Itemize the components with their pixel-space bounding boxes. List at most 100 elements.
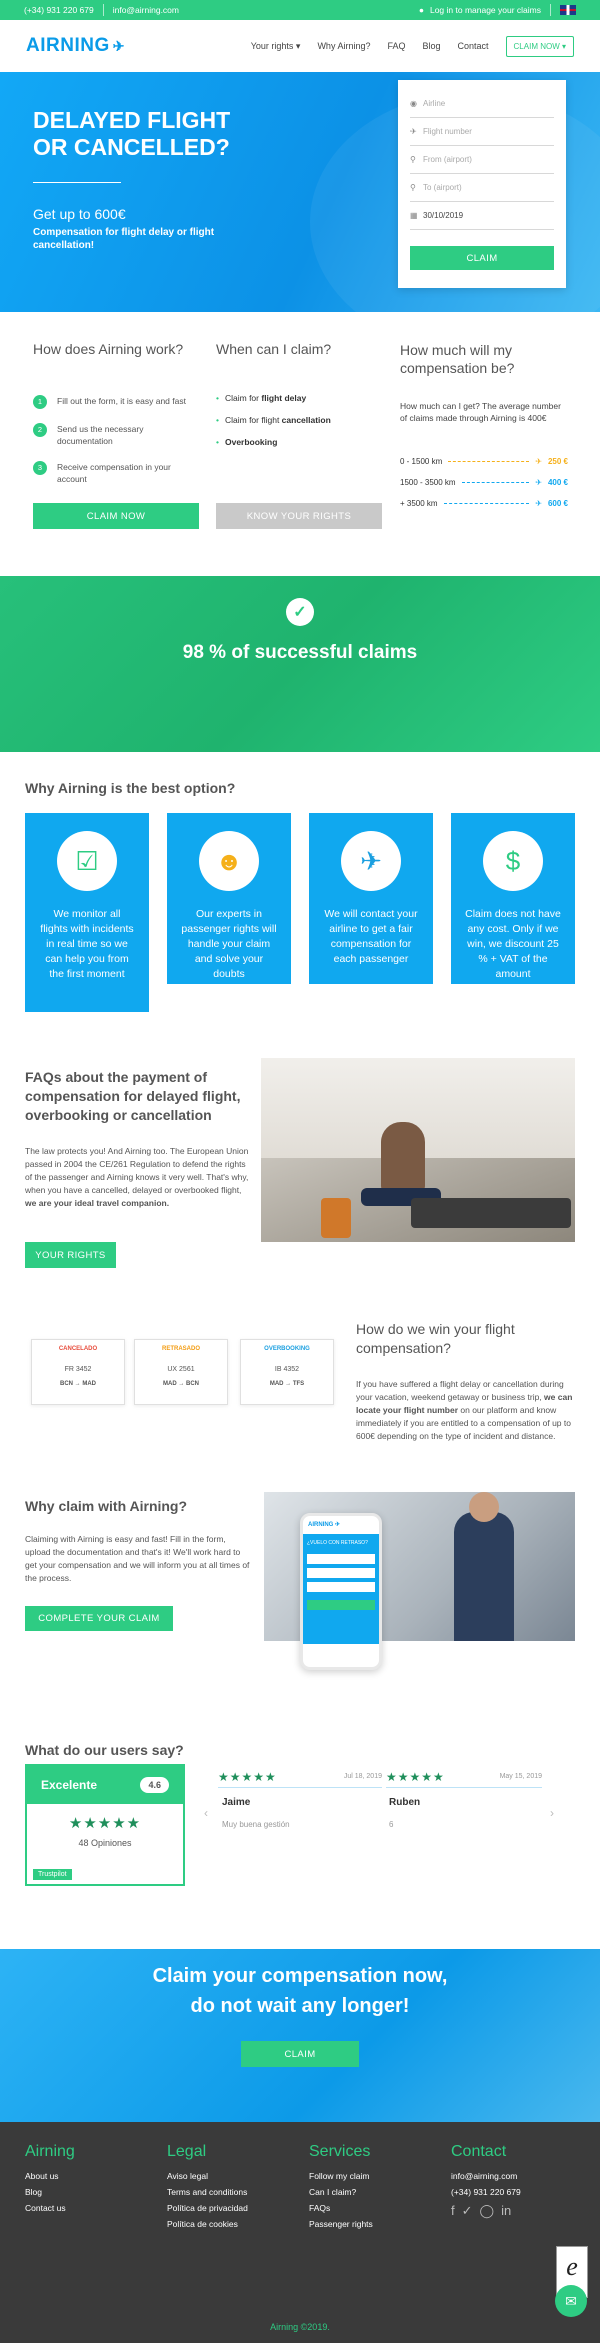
footer-link[interactable]: FAQs [309, 2203, 373, 2213]
when-item-bold: cancellation [281, 415, 331, 425]
flight-number-field[interactable]: ✈ Flight number [410, 118, 554, 146]
faq-text: The law protects you! And Airning too. T… [25, 1145, 250, 1210]
divider [550, 4, 551, 16]
dash-line [461, 482, 530, 483]
success-text: 98 % of successful claims [182, 642, 418, 663]
footer-link[interactable]: Blog [25, 2187, 75, 2197]
uk-flag-icon[interactable] [560, 5, 576, 15]
step-text: Send us the necessary documentation [57, 424, 144, 446]
footer-link[interactable]: Contact us [25, 2203, 75, 2213]
footer-col-airning: Airning About us Blog Contact us [25, 2143, 75, 2219]
win-text: If you have suffered a flight delay or c… [356, 1378, 576, 1443]
dash-line [443, 503, 530, 504]
how-title: How does Airning work? [33, 341, 184, 357]
step-item: 1 Fill out the form, it is easy and fast [33, 395, 193, 409]
ticket-flight: UX 2561 [167, 1366, 195, 1373]
feature-card: ☻ Our experts in passenger rights will h… [167, 813, 291, 984]
expert-icon: ☻ [199, 831, 259, 891]
footer-email[interactable]: info@airning.com [451, 2171, 521, 2181]
faq-title: FAQs about the payment of compensation f… [25, 1069, 241, 1123]
faq-bold: we are your ideal travel companion. [25, 1198, 170, 1208]
know-your-rights-button[interactable]: KNOW YOUR RIGHTS [216, 503, 382, 529]
airline-field[interactable]: ◉ Airline [410, 90, 554, 118]
claimwhy-title: Why claim with Airning? [25, 1498, 188, 1514]
nav-your-rights[interactable]: Your rights ▾ [251, 41, 301, 52]
claim-now-button[interactable]: CLAIM NOW [33, 503, 199, 529]
how-steps: 1 Fill out the form, it is easy and fast … [33, 395, 193, 499]
claim-now-nav-button[interactable]: CLAIM NOW ▾ [505, 35, 574, 57]
date-field[interactable]: ▦ 30/10/2019 [410, 202, 554, 230]
review-stars: ★★★★★ [386, 1770, 445, 1784]
when-item-text: Claim for flight [224, 415, 282, 425]
when-title: When can I claim? [216, 341, 332, 357]
nav-why-airning[interactable]: Why Airning? [317, 41, 370, 51]
next-review-arrow[interactable]: › [550, 1806, 554, 1820]
cta-title: Claim your compensation now, do not wait… [0, 1961, 600, 2021]
footer-link[interactable]: Terms and conditions [167, 2187, 248, 2197]
rating-score: 4.6 [140, 1777, 169, 1793]
distance-table: 0 - 1500 km ✈ 250 € 1500 - 3500 km ✈ 400 € +… [400, 457, 568, 520]
distance-row: + 3500 km ✈ 600 € [400, 499, 568, 508]
footer-heading: Legal [167, 2143, 207, 2160]
footer: Airning About us Blog Contact us Legal A… [0, 2122, 600, 2343]
when-item: Claim for flight cancellation [216, 415, 331, 425]
to-placeholder: To (airport) [423, 183, 462, 192]
footer-link[interactable]: Can I claim? [309, 2187, 373, 2197]
footer-link[interactable]: Follow my claim [309, 2171, 373, 2181]
footer-link[interactable]: About us [25, 2171, 75, 2181]
claim-submit-button[interactable]: CLAIM [410, 246, 554, 270]
from-airport-field[interactable]: ⚲ From (airport) [410, 146, 554, 174]
footer-link[interactable]: Política de privacidad [167, 2203, 248, 2213]
step-number: 3 [33, 461, 47, 475]
mail-chat-icon[interactable]: ✉ [555, 2285, 587, 2317]
twitter-icon[interactable]: ✓ [462, 2203, 473, 2219]
nav-faq[interactable]: FAQ [387, 41, 405, 51]
footer-link[interactable]: Política de cookies [167, 2219, 248, 2229]
from-placeholder: From (airport) [423, 155, 472, 164]
review-stars: ★★★★★ [218, 1770, 277, 1784]
cta-line1: Claim your compensation now, [152, 1965, 448, 1987]
prev-review-arrow[interactable]: ‹ [204, 1806, 208, 1820]
when-item-bold: Overbooking [224, 437, 278, 447]
instagram-icon[interactable]: ◯ [480, 2203, 495, 2219]
trustpilot-widget[interactable]: Excelente 4.6 ★★★★★ 48 Opiniones Trustpi… [25, 1764, 185, 1886]
to-airport-field[interactable]: ⚲ To (airport) [410, 174, 554, 202]
review-author: Jaime [222, 1797, 251, 1808]
nav-contact[interactable]: Contact [458, 41, 489, 51]
claim-form: ◉ Airline ✈ Flight number ⚲ From (airport) … [398, 80, 566, 288]
cta-line2: do not wait any longer! [190, 1995, 410, 2017]
cta-claim-button[interactable]: CLAIM [241, 2041, 359, 2067]
login-link[interactable]: ● Log in to manage your claims [419, 5, 541, 15]
social-icons: f ✓ ◯ in [451, 2203, 521, 2219]
plane-icon: ✈ [535, 499, 542, 508]
top-bar: (+34) 931 220 679 info@airning.com ● Log… [0, 0, 600, 20]
review-date: Jul 18, 2019 [343, 1773, 382, 1780]
location-icon: ⚲ [410, 183, 416, 192]
footer-phone[interactable]: (+34) 931 220 679 [451, 2187, 521, 2197]
distance-range: + 3500 km [400, 499, 438, 508]
nav-links: Your rights ▾ Why Airning? FAQ Blog Cont… [234, 35, 574, 57]
date-value: 30/10/2019 [423, 211, 464, 220]
phone-link[interactable]: (+34) 931 220 679 [24, 5, 94, 15]
footer-link[interactable]: Aviso legal [167, 2171, 248, 2181]
email-link[interactable]: info@airning.com [113, 5, 179, 15]
hero-subtitle: Compensation for flight delay or flight … [33, 227, 215, 251]
dash-line [448, 461, 530, 462]
distance-row: 1500 - 3500 km ✈ 400 € [400, 478, 568, 487]
complete-claim-button[interactable]: COMPLETE YOUR CLAIM [25, 1606, 173, 1631]
step-number: 1 [33, 395, 47, 409]
plane-icon: ✈ [112, 37, 125, 54]
phone-logo: AIRNING ✈ [308, 1522, 341, 1528]
win-body: If you have suffered a flight delay or c… [356, 1379, 564, 1402]
your-rights-button[interactable]: YOUR RIGHTS [25, 1242, 116, 1268]
footer-link[interactable]: Passenger rights [309, 2219, 373, 2229]
when-list: Claim for flight delay Claim for flight … [216, 393, 331, 459]
facebook-icon[interactable]: f [451, 2203, 455, 2219]
nav-blog[interactable]: Blog [422, 41, 440, 51]
linkedin-icon[interactable]: in [501, 2203, 511, 2219]
logo[interactable]: AIRNING ✈ [26, 35, 125, 57]
feature-card: ✈ We will contact your airline to get a … [309, 813, 433, 984]
login-label: Log in to manage your claims [429, 5, 541, 15]
feature-text: Our experts in passenger rights will han… [181, 908, 277, 980]
review-count: 48 Opiniones [78, 1838, 132, 1848]
